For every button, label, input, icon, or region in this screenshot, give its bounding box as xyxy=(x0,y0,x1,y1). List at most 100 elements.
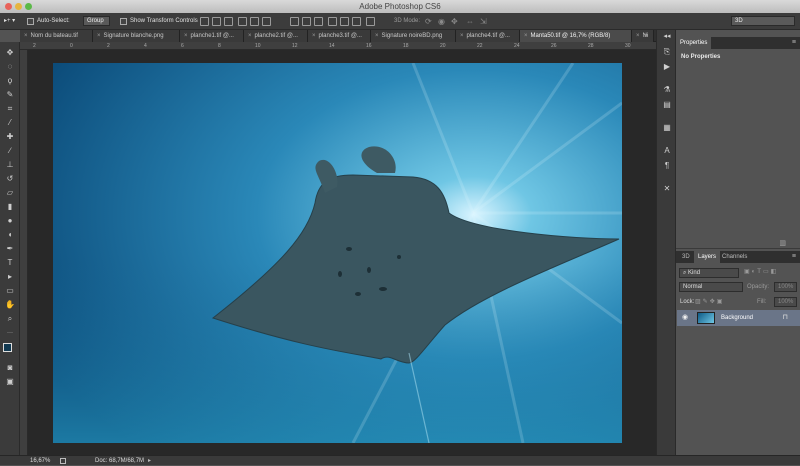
layers-panel: ⌕ Kind ▣◐T▭◧ Normal Opacity: 100% Lock: … xyxy=(676,263,800,455)
document-tab[interactable]: × planche2.tif @... xyxy=(244,30,308,42)
collapse-panels-icon[interactable]: ◂◂ xyxy=(662,32,672,42)
brush-tool-icon[interactable]: ∕ xyxy=(4,146,16,156)
eraser-tool-icon[interactable]: ▱ xyxy=(4,188,16,198)
3d-slide-icon[interactable]: ⇔ xyxy=(466,16,474,27)
align-top-icon[interactable] xyxy=(200,17,209,26)
history-brush-tool-icon[interactable]: ↺ xyxy=(4,174,16,184)
tab-close-icon[interactable]: × xyxy=(636,33,640,39)
document-tab[interactable]: × Ni xyxy=(632,30,654,42)
tab-close-icon[interactable]: × xyxy=(312,33,316,39)
blend-mode-dropdown[interactable]: Normal xyxy=(679,282,743,292)
character-panel-icon[interactable]: A xyxy=(662,146,672,156)
distribute-right-icon[interactable] xyxy=(352,17,361,26)
document-tab[interactable]: × Signature blanche.png xyxy=(93,30,180,42)
3d-scale-icon[interactable]: ⇲ xyxy=(480,16,487,27)
tab-close-icon[interactable]: × xyxy=(24,33,28,39)
layer-row[interactable]: ◉ Background ⊓ xyxy=(677,310,800,326)
opacity-field[interactable]: 100% xyxy=(774,282,797,292)
document-tab[interactable]: × Signature noireBD.png xyxy=(371,30,456,42)
tab-close-icon[interactable]: × xyxy=(460,33,464,39)
pen-tool-icon[interactable]: ✒ xyxy=(4,244,16,254)
clone-stamp-tool-icon[interactable]: ⊥ xyxy=(4,160,16,170)
move-tool-icon[interactable]: ▸+ ▾ xyxy=(4,16,15,27)
marquee-tool-icon[interactable]: ◌ xyxy=(4,62,16,72)
distribute-bottom-icon[interactable] xyxy=(314,17,323,26)
fill-field[interactable]: 100% xyxy=(774,297,797,307)
tab-close-icon[interactable]: × xyxy=(97,33,101,39)
tab-overflow-icon[interactable]: » xyxy=(644,30,648,42)
healing-brush-tool-icon[interactable]: ✚ xyxy=(4,132,16,142)
distribute-hcenter-icon[interactable] xyxy=(340,17,349,26)
quick-select-tool-icon[interactable]: ✎ xyxy=(4,90,16,100)
zoom-window-button[interactable] xyxy=(25,3,32,10)
hand-tool-icon[interactable]: ✋ xyxy=(4,300,16,310)
transform-controls-checkbox[interactable] xyxy=(120,18,127,25)
type-tool-icon[interactable]: T xyxy=(4,258,16,268)
document-image[interactable] xyxy=(53,63,622,443)
3d-rotate-icon[interactable]: ⟳ xyxy=(425,16,432,27)
filter-icons[interactable]: ▣◐T▭◧ xyxy=(744,268,778,275)
3d-drag-icon[interactable]: ✥ xyxy=(451,16,458,27)
zoom-tool-icon[interactable]: ⌕ xyxy=(4,314,16,324)
lasso-tool-icon[interactable]: ϙ xyxy=(4,76,16,86)
dodge-tool-icon[interactable]: ◖ xyxy=(4,230,16,240)
align-bottom-icon[interactable] xyxy=(224,17,233,26)
3d-roll-icon[interactable]: ◉ xyxy=(438,16,445,27)
filter-kind-value: Kind xyxy=(688,270,701,276)
tab-properties[interactable]: Properties xyxy=(676,37,712,49)
eyedropper-tool-icon[interactable]: ⁄ xyxy=(4,118,16,128)
document-tab[interactable]: × planche4.tif @... xyxy=(456,30,520,42)
color-panel-icon[interactable]: ▤ xyxy=(662,100,672,110)
tab-label: planche3.tif @... xyxy=(318,33,362,39)
panel-menu-icon[interactable]: ≡ xyxy=(792,251,796,263)
paragraph-panel-icon[interactable]: ¶ xyxy=(662,161,672,171)
tab-close-icon[interactable]: × xyxy=(375,33,379,39)
more-tools-icon[interactable]: ··· xyxy=(4,328,16,338)
path-select-tool-icon[interactable]: ▸ xyxy=(4,272,16,282)
tab-3d[interactable]: 3D xyxy=(678,251,694,263)
tab-layers[interactable]: Layers xyxy=(694,251,721,263)
lock-icons[interactable]: ▨✎✥▣ xyxy=(695,297,724,307)
swatches-panel-icon[interactable]: ▦ xyxy=(662,123,672,133)
close-window-button[interactable] xyxy=(5,3,12,10)
document-tab-active[interactable]: × Manta50.tif @ 16,7% (RGB/8) xyxy=(520,30,632,42)
align-left-icon[interactable] xyxy=(238,17,247,26)
ruler-tick: 26 xyxy=(551,43,557,49)
distribute-top-icon[interactable] xyxy=(290,17,299,26)
auto-align-icon[interactable] xyxy=(366,17,375,26)
align-hcenter-icon[interactable] xyxy=(250,17,259,26)
history-panel-icon[interactable]: ⎘ xyxy=(662,47,672,57)
tab-label: planche2.tif @... xyxy=(254,33,298,39)
visibility-eye-icon[interactable]: ◉ xyxy=(682,313,688,321)
minimize-window-button[interactable] xyxy=(15,3,22,10)
tab-close-icon[interactable]: × xyxy=(248,33,252,39)
trash-icon[interactable]: ▥ xyxy=(779,239,786,247)
align-right-icon[interactable] xyxy=(262,17,271,26)
tab-channels[interactable]: Channels xyxy=(718,251,751,263)
document-tab[interactable]: × planche1.tif @... xyxy=(180,30,244,42)
move-tool-icon[interactable]: ✥ xyxy=(4,48,16,58)
tab-close-icon[interactable]: × xyxy=(524,33,528,39)
crop-tool-icon[interactable]: ⌗ xyxy=(4,104,16,114)
blur-tool-icon[interactable]: ● xyxy=(4,216,16,226)
auto-select-checkbox[interactable] xyxy=(27,18,34,25)
workspace-dropdown[interactable]: 3D xyxy=(731,16,795,26)
distribute-vcenter-icon[interactable] xyxy=(302,17,311,26)
tool-presets-icon[interactable]: ✕ xyxy=(662,184,672,194)
adjustments-panel-icon[interactable]: ⚗ xyxy=(662,85,672,95)
align-vcenter-icon[interactable] xyxy=(212,17,221,26)
distribute-left-icon[interactable] xyxy=(328,17,337,26)
screen-mode-icon[interactable]: ▣ xyxy=(4,377,16,387)
foreground-color-swatch[interactable] xyxy=(3,343,12,352)
gradient-tool-icon[interactable]: ▮ xyxy=(4,202,16,212)
shape-tool-icon[interactable]: ▭ xyxy=(4,286,16,296)
tab-close-icon[interactable]: × xyxy=(184,33,188,39)
auto-select-dropdown[interactable]: Group xyxy=(83,16,110,26)
document-tab[interactable]: × planche3.tif @... xyxy=(308,30,371,42)
layer-filter-dropdown[interactable]: ⌕ Kind xyxy=(679,268,739,278)
status-info-icon[interactable] xyxy=(60,458,66,464)
panel-menu-icon[interactable]: ≡ xyxy=(792,37,796,49)
document-tab[interactable]: × Nom du bateau.tif xyxy=(20,30,93,42)
quick-mask-icon[interactable]: ◙ xyxy=(4,363,16,373)
actions-panel-icon[interactable]: ▶ xyxy=(662,62,672,72)
